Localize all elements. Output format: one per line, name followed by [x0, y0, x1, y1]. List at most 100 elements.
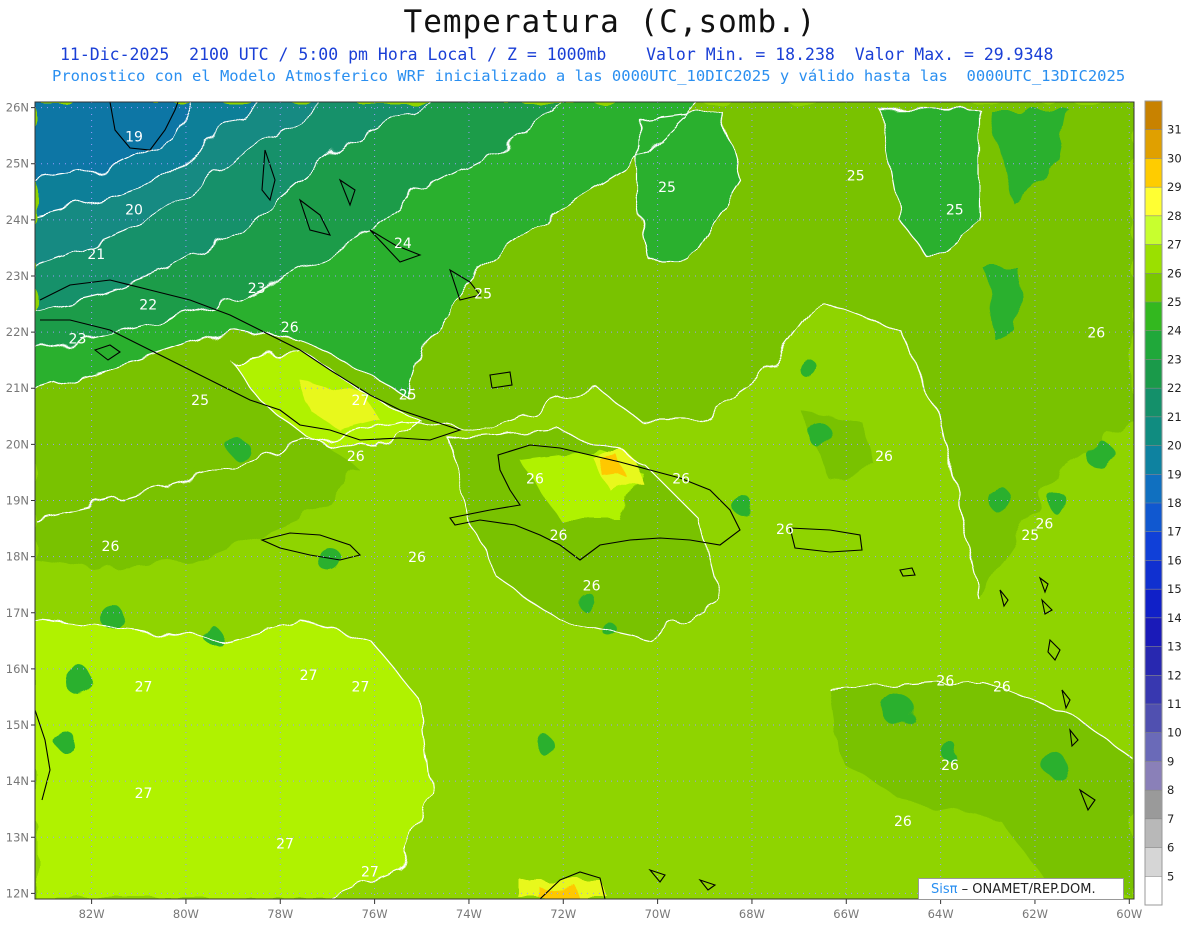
colorbar-label: 30 [1167, 151, 1182, 165]
contour-label: 26 [672, 472, 690, 488]
colorbar-label: 16 [1167, 553, 1182, 567]
lat-tick-label: 26N [6, 101, 29, 115]
lat-tick-label: 17N [6, 606, 29, 620]
lat-tick-label: 16N [6, 662, 29, 676]
contour-label: 20 [125, 202, 143, 218]
contour-label: 26 [875, 449, 893, 465]
colorbar-swatch [1145, 187, 1162, 217]
colorbar-swatch [1145, 215, 1162, 246]
colorbar-swatch [1145, 273, 1162, 303]
temperature-field [35, 102, 1134, 899]
colorbar-swatch [1145, 388, 1162, 418]
colorbar-label: 25 [1167, 295, 1182, 309]
contour-label: 21 [87, 247, 105, 263]
colorbar: 31 30 29 28 27 26 25 24 23 22 21 20 19 18 17 16 15 14 13 12… [1144, 100, 1182, 906]
lon-tick-label: 80W [173, 907, 199, 921]
colorbar-swatch [1145, 531, 1162, 561]
contour-label: 25 [946, 202, 964, 218]
contour-label: 25 [847, 169, 865, 185]
colorbar-label: 18 [1167, 496, 1182, 510]
colorbar-swatch [1145, 330, 1162, 360]
lon-tick-label: 62W [1022, 907, 1048, 921]
contour-label: 19 [125, 129, 143, 145]
contour-label: 26 [894, 814, 912, 830]
contour-label: 26 [583, 578, 601, 594]
colorbar-swatch [1145, 474, 1162, 504]
colorbar-swatch [1145, 359, 1162, 389]
lon-tick-label: 66W [833, 907, 859, 921]
lon-tick-label: 78W [267, 907, 293, 921]
colorbar-swatch [1145, 761, 1162, 791]
colorbar-swatch [1145, 646, 1162, 676]
lon-tick-label: 76W [362, 907, 388, 921]
contour-label: 26 [776, 522, 794, 538]
lon-tick-label: 70W [645, 907, 671, 921]
colorbar-label: 23 [1167, 352, 1182, 366]
colorbar-label: 20 [1167, 439, 1182, 453]
contour-label: 27 [135, 679, 153, 695]
lon-tick-label: 82W [79, 907, 105, 921]
colorbar-swatch [1145, 129, 1162, 159]
colorbar-swatch [1145, 503, 1162, 533]
colorbar-label: 22 [1167, 381, 1182, 395]
contour-label: 26 [550, 528, 568, 544]
contour-label: 25 [399, 387, 417, 403]
colorbar-label: 9 [1167, 754, 1174, 768]
colorbar-swatch [1145, 675, 1162, 705]
lat-tick-label: 18N [6, 550, 29, 564]
colorbar-swatch [1145, 704, 1162, 734]
colorbar-label: 15 [1167, 582, 1182, 596]
colorbar-label: 17 [1167, 525, 1182, 539]
contour-label: 26 [281, 320, 299, 336]
colorbar-label: 6 [1167, 841, 1174, 855]
lat-tick-label: 21N [6, 381, 29, 395]
lat-tick-label: 14N [6, 774, 29, 788]
colorbar-label: 27 [1167, 238, 1182, 252]
colorbar-label: 29 [1167, 180, 1182, 194]
colorbar-swatch [1145, 560, 1162, 590]
colorbar-label: 19 [1167, 467, 1182, 481]
lon-tick-label: 68W [739, 907, 765, 921]
contour-label: 26 [408, 550, 426, 566]
contour-label: 25 [474, 286, 492, 302]
colorbar-label: 31 [1167, 123, 1182, 137]
contour-label: 26 [102, 539, 120, 555]
contour-label: 24 [394, 236, 412, 252]
colorbar-swatch [1145, 790, 1162, 820]
colorbar-label: 5 [1167, 869, 1174, 883]
colorbar-label: 11 [1167, 697, 1182, 711]
contour-label: 25 [658, 180, 676, 196]
lon-tick-label: 72W [550, 907, 576, 921]
lat-tick-label: 19N [6, 494, 29, 508]
contour-label: 27 [352, 679, 370, 695]
colorbar-swatch [1145, 617, 1162, 648]
colorbar-swatch [1145, 589, 1162, 619]
contour-label: 27 [300, 668, 318, 684]
lat-tick-label: 23N [6, 269, 29, 283]
lon-tick-label: 74W [456, 907, 482, 921]
lon-tick-label: 64W [928, 907, 954, 921]
lat-tick-label: 22N [6, 325, 29, 339]
colorbar-swatch [1145, 101, 1162, 131]
colorbar-swatch [1145, 847, 1162, 877]
colorbar-swatch [1145, 445, 1162, 475]
credit-org: – ONAMET/REP.DOM. [957, 882, 1096, 897]
contour-label: 26 [1035, 517, 1053, 533]
colorbar-swatch [1145, 876, 1162, 906]
contour-label: 23 [69, 331, 87, 347]
temperature-map: 19 20 21 22 23 23 24 25 25 25 25 25 25 25 26 26 26 26 26 26… [6, 100, 1182, 921]
colorbar-label: 12 [1167, 668, 1182, 682]
contour-label: 26 [936, 674, 954, 690]
contour-label: 26 [941, 758, 959, 774]
lon-tick-label: 60W [1116, 907, 1142, 921]
contour-label: 27 [352, 393, 370, 409]
contour-label: 27 [135, 786, 153, 802]
colorbar-label: 26 [1167, 266, 1182, 280]
colorbar-label: 21 [1167, 410, 1182, 424]
lat-tick-label: 24N [6, 213, 29, 227]
contour-label: 25 [191, 393, 209, 409]
colorbar-label: 24 [1167, 324, 1182, 338]
colorbar-swatch [1145, 302, 1162, 332]
contour-label: 26 [347, 449, 365, 465]
lat-tick-label: 25N [6, 157, 29, 171]
